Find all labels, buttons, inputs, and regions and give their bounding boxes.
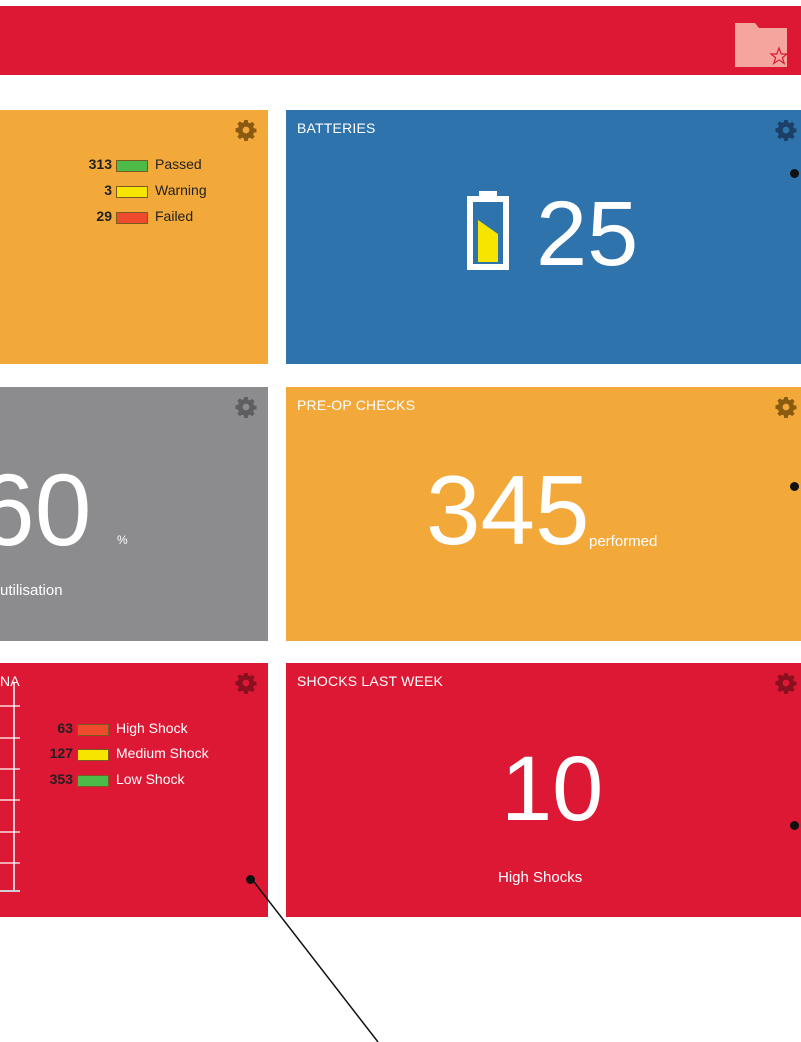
shocks-last-week-tile[interactable]: SHOCKS LAST WEEK 10 High Shocks [286, 663, 801, 917]
battery-icon [467, 191, 509, 270]
failed-label: Failed [155, 208, 194, 224]
warning-count: 3 [104, 182, 112, 198]
preop-value: 345 [426, 455, 590, 565]
chart-axis [0, 683, 20, 892]
medium-shock-label: Medium Shock [116, 745, 209, 761]
utilisation-value: 60 [0, 453, 92, 567]
gear-icon[interactable] [774, 671, 798, 695]
bullet-dot [246, 875, 255, 884]
failed-swatch [116, 212, 148, 224]
passed-label: Passed [155, 156, 202, 172]
shocks-breakdown-tile[interactable]: NA 63 High Shock 127 Medium Shock 353 Lo… [0, 663, 268, 917]
preop-checks-tile[interactable]: PRE-OP CHECKS 345 performed [286, 387, 801, 641]
warning-swatch [116, 186, 148, 198]
medium-shock-swatch [77, 749, 109, 761]
bullet-dot [790, 482, 799, 491]
medium-shock-count: 127 [49, 745, 73, 761]
batteries-value: 25 [536, 183, 639, 285]
shocks-last-week-caption: High Shocks [498, 869, 583, 886]
high-shock-label: High Shock [116, 720, 188, 736]
low-shock-swatch [77, 775, 109, 787]
utilisation-caption: utilisation [0, 582, 63, 599]
bullet-dot [790, 821, 799, 830]
high-shock-swatch [77, 724, 109, 736]
failed-count: 29 [96, 208, 112, 224]
warning-label: Warning [155, 182, 207, 198]
bullet-dot [790, 169, 799, 178]
low-shock-label: Low Shock [116, 771, 185, 787]
inspections-tile[interactable]: 313 Passed 3 Warning 29 Failed [0, 110, 268, 364]
utilisation-unit: % [117, 533, 128, 547]
gear-icon[interactable] [234, 671, 258, 695]
passed-swatch [116, 160, 148, 172]
gear-icon[interactable] [774, 395, 798, 419]
batteries-tile[interactable]: BATTERIES 25 [286, 110, 801, 364]
gear-icon[interactable] [774, 118, 798, 142]
batteries-title: BATTERIES [297, 120, 376, 136]
gear-icon[interactable] [234, 395, 258, 419]
high-shock-count: 63 [57, 720, 73, 736]
shocks-last-week-title: SHOCKS LAST WEEK [297, 673, 444, 689]
shocks-last-week-value: 10 [501, 738, 604, 840]
top-bar [0, 6, 801, 75]
passed-count: 313 [88, 156, 112, 172]
utilisation-tile[interactable]: 60 % utilisation [0, 387, 268, 641]
low-shock-count: 353 [49, 771, 73, 787]
preop-caption: performed [589, 533, 658, 550]
favorite-folder-icon[interactable] [735, 21, 787, 67]
preop-title: PRE-OP CHECKS [297, 397, 416, 413]
gear-icon[interactable] [234, 118, 258, 142]
